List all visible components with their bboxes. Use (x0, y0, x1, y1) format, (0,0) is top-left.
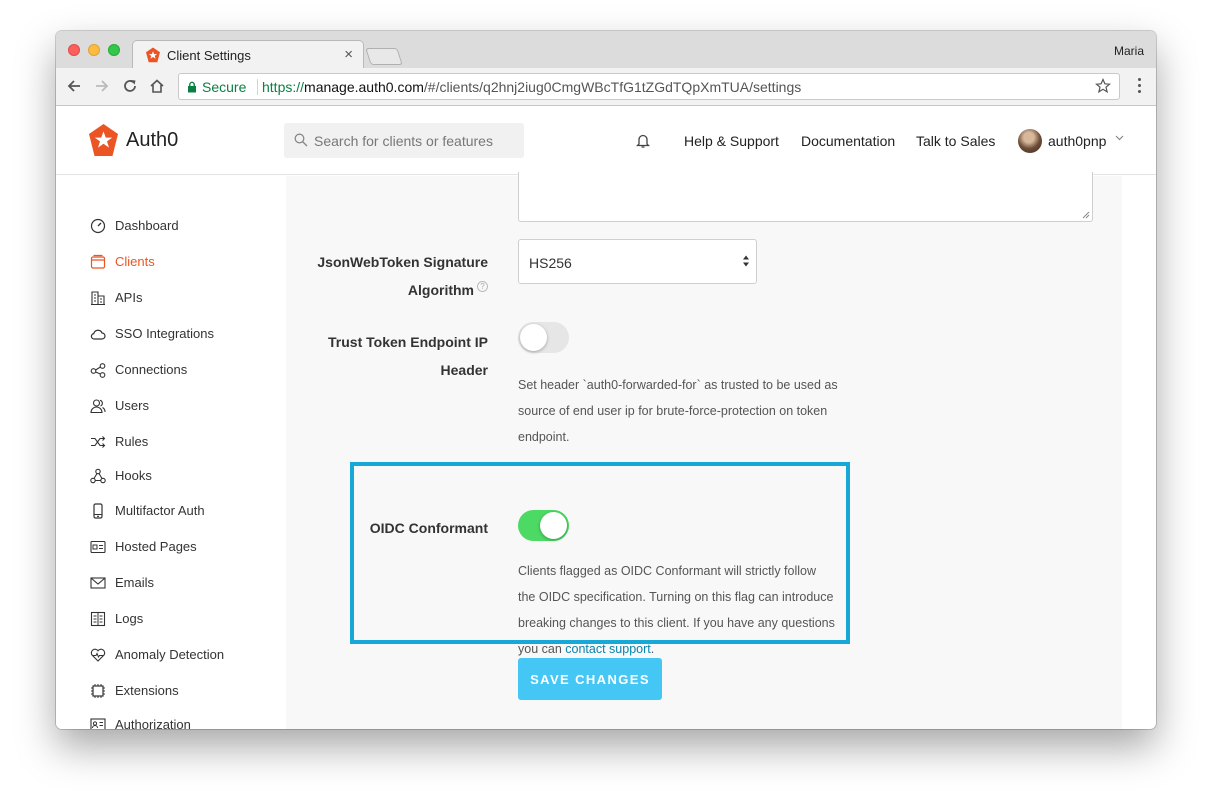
sidebar-item-label: Hosted Pages (115, 539, 197, 554)
jwt-algorithm-label-line2: Algorithm (407, 282, 474, 298)
browser-toolbar: Secure https://manage.auth0.com/#/client… (56, 68, 1156, 106)
brand-name: Auth0 (126, 129, 179, 151)
lock-icon (188, 81, 196, 93)
trust-token-label-line1: Trust Token Endpoint IP (328, 334, 488, 350)
toggle-knob (540, 512, 567, 539)
jwt-algorithm-label-line1: JsonWebToken Signature (317, 254, 488, 270)
trust-token-label: Trust Token Endpoint IP Header (328, 328, 488, 384)
toggle-knob (520, 324, 547, 351)
search-icon (294, 133, 308, 147)
url-text[interactable]: https://manage.auth0.com/#/clients/q2hnj… (262, 79, 801, 95)
url-path: /#/clients/q2hnj2iug0CmgWBcTfG1tZGdTQpXm… (423, 79, 802, 95)
sidebar-item-label: Users (115, 398, 149, 413)
profile-name[interactable]: Maria (1114, 44, 1144, 58)
home-icon[interactable] (148, 77, 166, 95)
extensions-icon (91, 684, 105, 698)
back-arrow-icon[interactable] (65, 77, 83, 95)
logs-icon (90, 611, 106, 627)
browser-menu-icon[interactable] (1138, 78, 1142, 96)
save-changes-button[interactable]: SAVE CHANGES (518, 658, 662, 700)
jwt-algorithm-select[interactable]: HS256 (518, 239, 757, 284)
sidebar: Dashboard Clients APIs SSO Integrations … (56, 176, 286, 729)
authorization-icon (90, 718, 106, 729)
new-tab-button[interactable] (365, 48, 403, 65)
zoom-window-button[interactable] (108, 44, 120, 56)
sidebar-item-label: Anomaly Detection (115, 647, 225, 662)
sidebar-item-label: Rules (115, 434, 149, 449)
notifications-bell-icon[interactable] (636, 133, 650, 149)
browser-window: Client Settings × Maria Secure https://m… (56, 31, 1156, 729)
mobile-icon (93, 503, 103, 519)
sidebar-item-label: Connections (115, 362, 188, 377)
select-arrows-icon (743, 255, 749, 267)
sidebar-item-label: Dashboard (115, 218, 179, 233)
forward-arrow-icon[interactable] (93, 77, 111, 95)
tab-title: Client Settings (167, 48, 251, 63)
oidc-description-end: . (650, 642, 655, 656)
resize-grip-icon[interactable] (1082, 211, 1090, 219)
contact-support-link[interactable]: contact support (565, 642, 650, 656)
email-icon (90, 577, 106, 589)
hooks-icon (90, 468, 106, 484)
users-icon (90, 399, 106, 414)
sidebar-item-label: Hooks (115, 468, 152, 483)
settings-textarea[interactable] (518, 172, 1093, 222)
jwt-algorithm-label: JsonWebToken Signature Algorithm? (317, 248, 488, 304)
url-host: manage.auth0.com (304, 79, 424, 95)
tab-client-settings[interactable]: Client Settings × (132, 40, 364, 69)
settings-panel: JsonWebToken Signature Algorithm? HS256 … (286, 172, 1122, 729)
documentation-link[interactable]: Documentation (801, 133, 895, 149)
search-input[interactable] (314, 123, 520, 158)
help-icon[interactable]: ? (477, 281, 488, 293)
minimize-window-button[interactable] (88, 44, 100, 56)
address-bar[interactable]: Secure https://manage.auth0.com/#/client… (178, 73, 1120, 100)
sidebar-item-label: APIs (115, 290, 143, 305)
clients-icon (90, 254, 106, 269)
sidebar-item-label: Authorization (115, 717, 191, 729)
close-tab-icon[interactable]: × (344, 46, 353, 63)
talk-to-sales-link[interactable]: Talk to Sales (916, 133, 995, 149)
rules-icon (91, 436, 106, 448)
trust-token-description: Set header `auth0-forwarded-for` as trus… (518, 378, 838, 444)
sidebar-item-label: SSO Integrations (115, 326, 214, 341)
sidebar-item-label: Logs (115, 611, 144, 626)
url-scheme: https:// (262, 79, 305, 95)
connections-icon (90, 363, 106, 378)
hosted-pages-icon (90, 540, 106, 554)
secure-label: Secure (202, 79, 247, 95)
close-window-button[interactable] (68, 44, 80, 56)
oidc-conformant-toggle[interactable] (518, 510, 569, 541)
app-header: Auth0 Help & Support Documentation Talk … (56, 107, 1156, 175)
tab-strip: Client Settings × Maria (56, 31, 1156, 69)
trust-token-toggle[interactable] (518, 322, 569, 353)
sidebar-item-label: Extensions (115, 683, 179, 698)
address-separator (257, 79, 258, 95)
oidc-conformant-label: OIDC Conformant (369, 520, 488, 536)
sidebar-item-label: Multifactor Auth (115, 503, 205, 518)
heart-icon (90, 648, 106, 662)
help-support-link[interactable]: Help & Support (684, 133, 779, 149)
sidebar-item-label: Clients (115, 254, 155, 269)
chevron-down-icon (1115, 135, 1124, 141)
cloud-icon (90, 329, 106, 340)
apis-icon (91, 291, 105, 306)
jwt-algorithm-value: HS256 (529, 255, 572, 271)
auth0-logo-icon (89, 124, 118, 156)
user-name: auth0pnp (1048, 133, 1107, 149)
sidebar-item-label: Emails (115, 575, 155, 590)
avatar (1018, 129, 1042, 153)
auth0-favicon-icon (146, 47, 160, 63)
trust-token-label-line2: Header (440, 362, 488, 378)
dashboard-icon (90, 218, 106, 234)
reload-icon[interactable] (121, 77, 139, 95)
bookmark-star-icon[interactable] (1095, 78, 1111, 94)
oidc-description: Clients flagged as OIDC Conformant will … (518, 558, 836, 662)
search-box (284, 123, 524, 158)
